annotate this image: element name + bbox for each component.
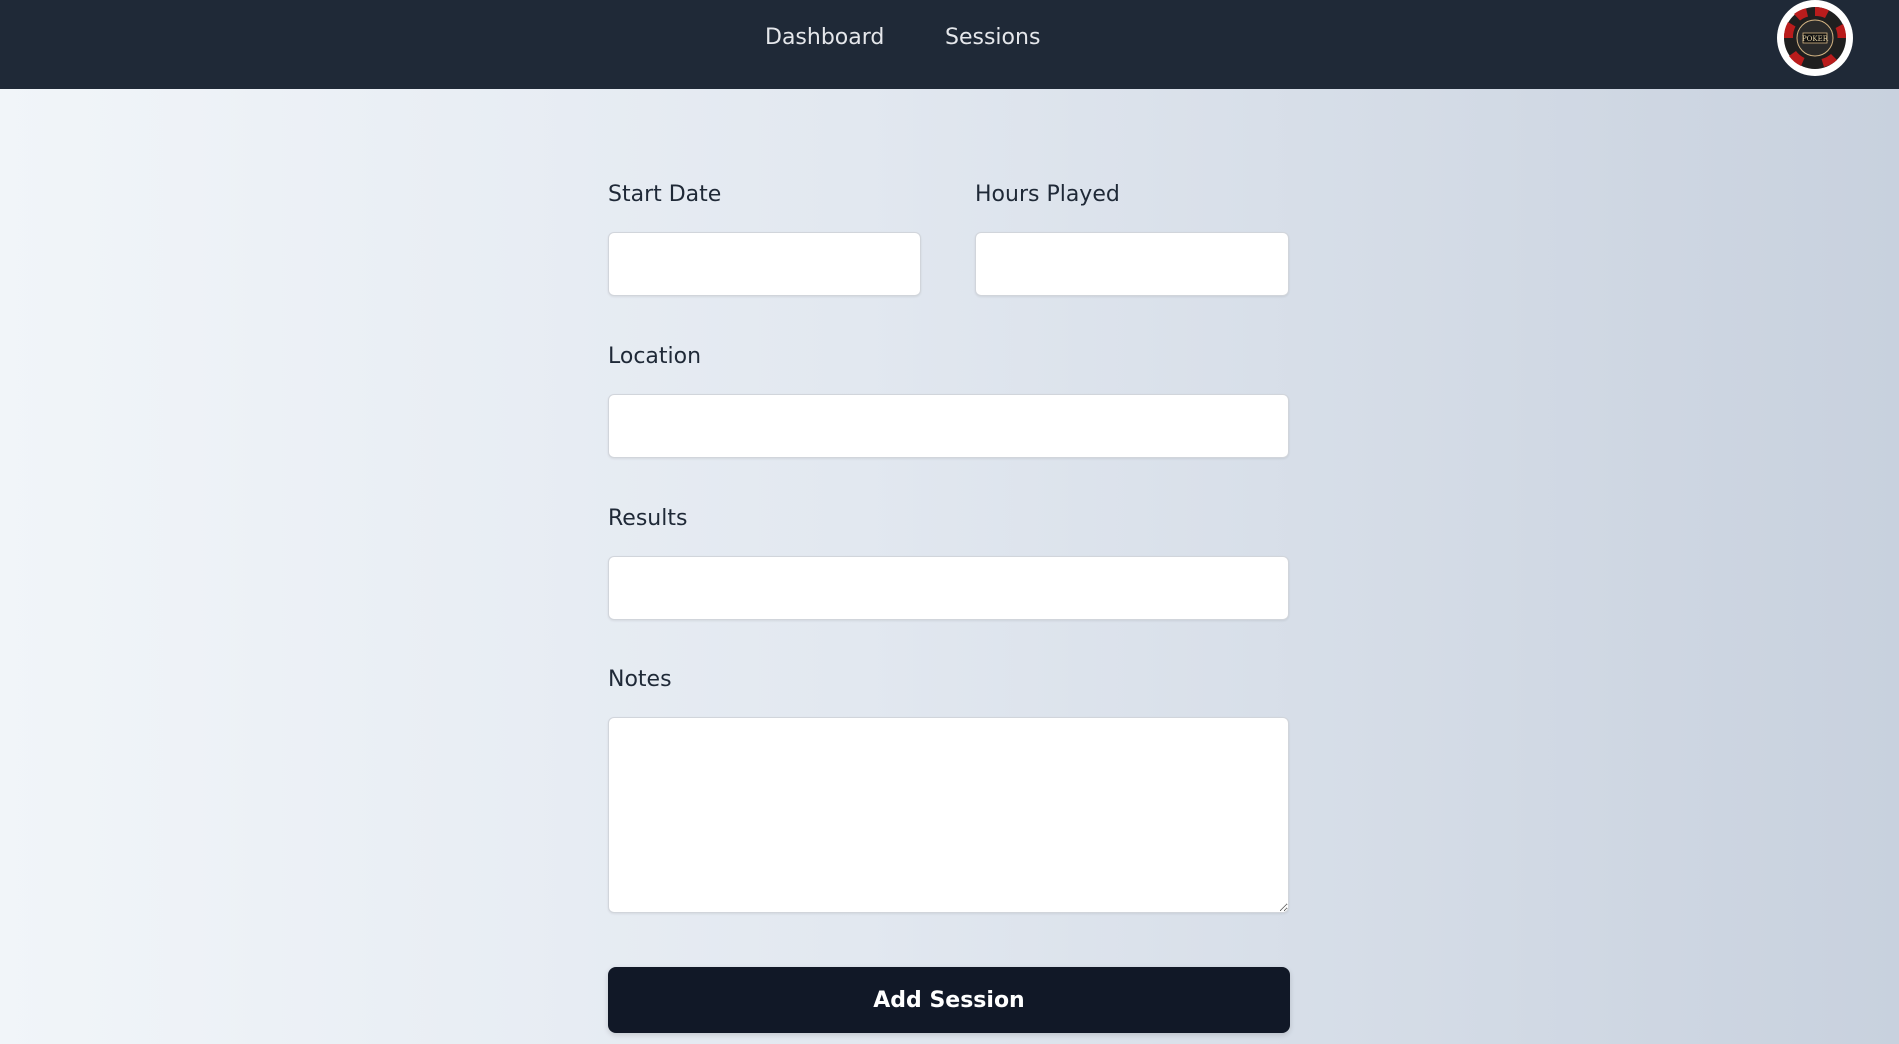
notes-textarea[interactable] [608,717,1289,913]
start-date-label: Start Date [608,182,722,207]
location-input[interactable] [608,394,1289,458]
start-date-input[interactable] [608,232,921,296]
hours-played-label: Hours Played [975,182,1120,207]
results-label: Results [608,506,688,531]
logo-text: POKER [1802,35,1829,43]
nav-link-sessions[interactable]: Sessions [945,22,1040,54]
hours-played-input[interactable] [975,232,1289,296]
nav-link-dashboard[interactable]: Dashboard [765,22,884,54]
location-label: Location [608,344,702,369]
poker-chip-icon[interactable]: POKER [1776,0,1854,76]
results-input[interactable] [608,556,1289,620]
top-navbar: Dashboard Sessions POKER [0,0,1899,89]
add-session-button[interactable]: Add Session [608,967,1290,1033]
notes-label: Notes [608,667,672,692]
